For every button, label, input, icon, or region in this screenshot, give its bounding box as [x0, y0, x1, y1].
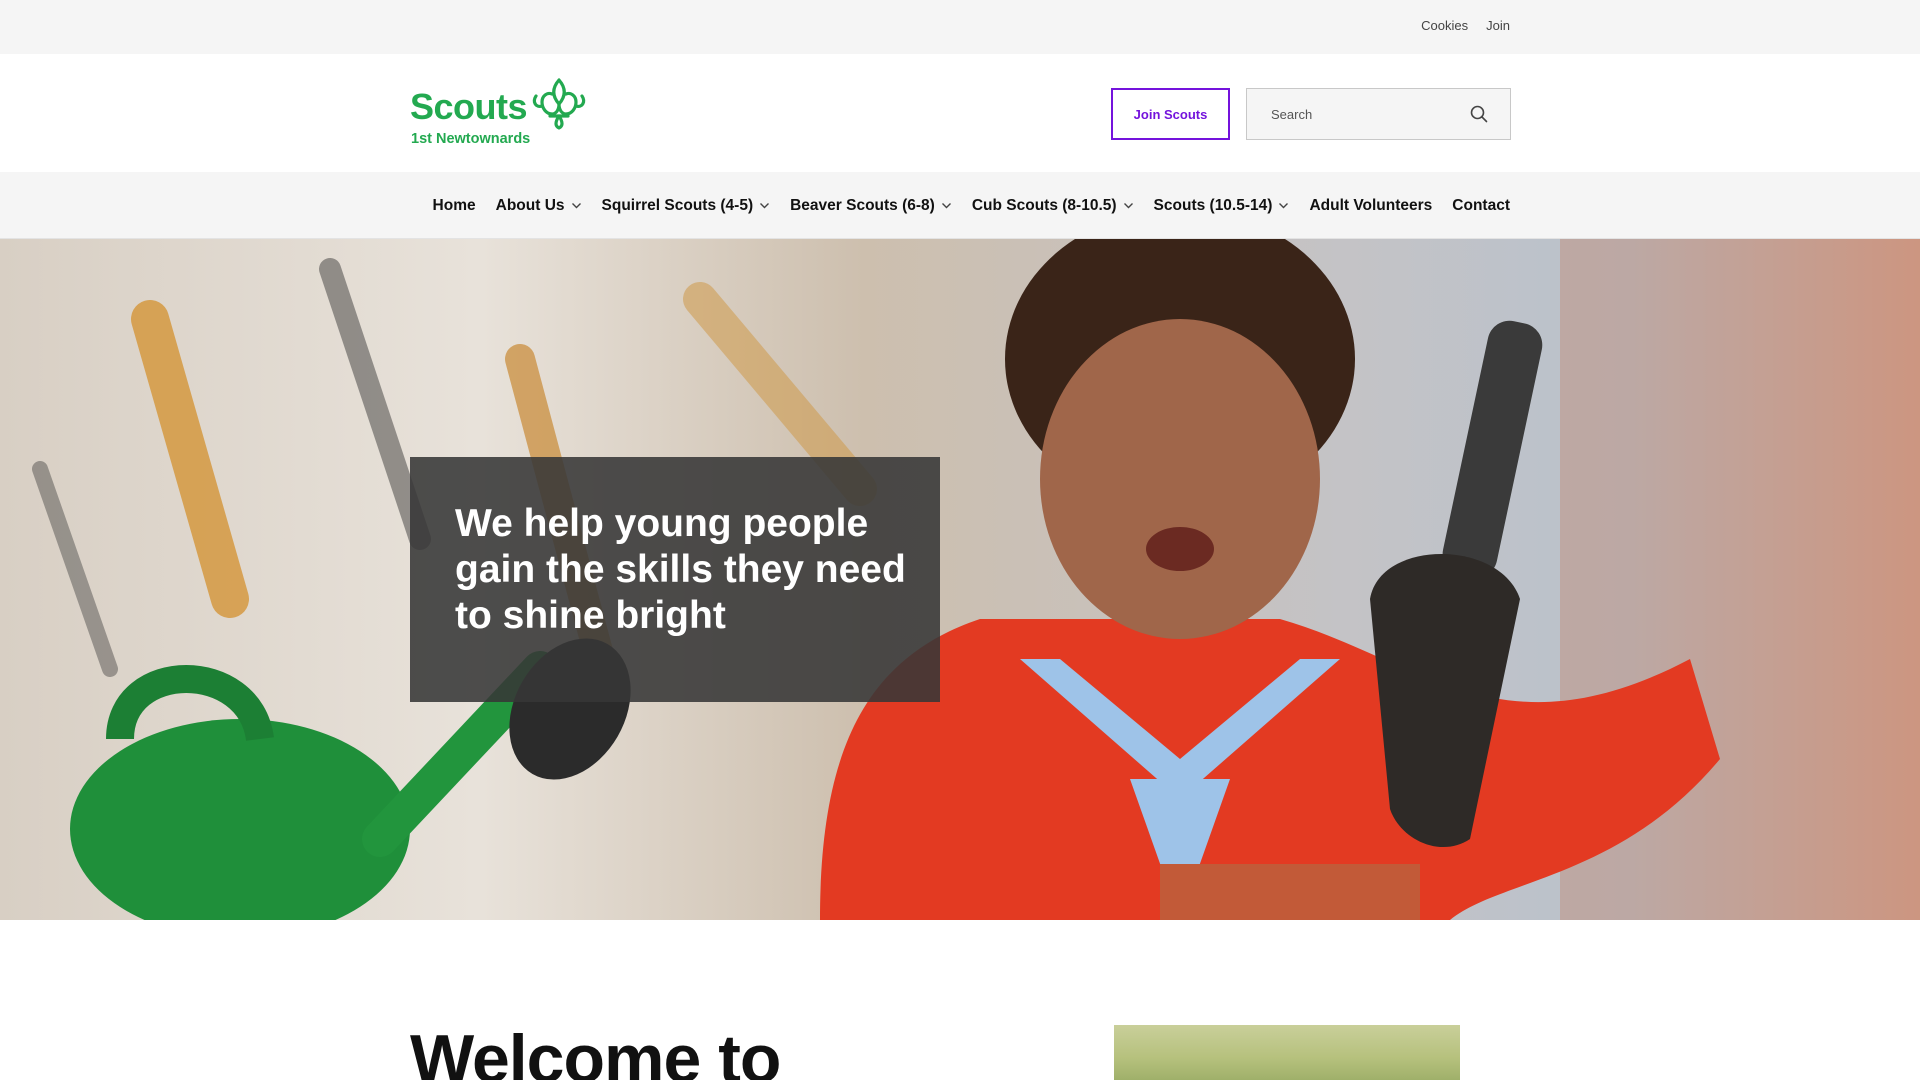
utility-links: Cookies Join	[1421, 18, 1510, 33]
search-icon[interactable]	[1470, 105, 1488, 123]
nav-item-label: About Us	[495, 196, 565, 214]
chevron-down-icon	[1279, 203, 1289, 209]
chevron-down-icon	[571, 203, 581, 209]
nav-item-about-us[interactable]: About Us	[496, 197, 582, 215]
cookies-link[interactable]: Cookies	[1421, 18, 1468, 33]
logo-wordmark: Scouts	[410, 86, 528, 127]
group-name: 1st Newtownards	[411, 131, 531, 147]
chevron-down-icon	[760, 203, 770, 209]
nav-item-beaver-scouts[interactable]: Beaver Scouts (6-8)	[790, 197, 952, 215]
nav-item-adult-volunteers[interactable]: Adult Volunteers	[1309, 197, 1432, 215]
join-link[interactable]: Join	[1486, 18, 1510, 33]
hero-photo	[32, 239, 1920, 920]
nav-item-label: Squirrel Scouts (4-5)	[601, 196, 754, 214]
search-input[interactable]	[1247, 89, 1467, 139]
hero-message-box: We help young people gain the skills the…	[410, 457, 940, 702]
hero-banner: We help young people gain the skills the…	[0, 239, 1920, 920]
nav-item-home[interactable]: Home	[433, 197, 476, 215]
nav-item-label: Adult Volunteers	[1309, 196, 1433, 214]
scouts-logo[interactable]: Scouts 1st Newtownards	[410, 78, 590, 148]
site-header: Scouts 1st Newtownards Join Scouts	[0, 54, 1920, 172]
nav-item-label: Scouts (10.5-14)	[1153, 196, 1273, 214]
nav-item-label: Cub Scouts (8-10.5)	[971, 196, 1117, 214]
nav-item-cub-scouts[interactable]: Cub Scouts (8-10.5)	[972, 197, 1134, 215]
nav-menu: Home About Us Squirrel Scouts (4-5) Beav…	[433, 172, 1510, 239]
nav-item-label: Contact	[1452, 196, 1510, 214]
main-navigation: Home About Us Squirrel Scouts (4-5) Beav…	[0, 172, 1920, 239]
nav-item-label: Home	[432, 196, 476, 214]
welcome-heading: Welcome to	[410, 1021, 781, 1080]
fleur-de-lis-icon	[532, 78, 586, 130]
join-scouts-button[interactable]: Join Scouts	[1111, 88, 1230, 140]
chevron-down-icon	[941, 203, 951, 209]
chevron-down-icon	[1123, 203, 1133, 209]
nav-item-squirrel-scouts[interactable]: Squirrel Scouts (4-5)	[602, 197, 771, 215]
hero-headline: We help young people gain the skills the…	[455, 502, 906, 637]
search-box	[1246, 88, 1511, 140]
top-utility-bar: Cookies Join	[0, 0, 1920, 54]
nav-item-contact[interactable]: Contact	[1452, 197, 1510, 215]
nav-item-scouts[interactable]: Scouts (10.5-14)	[1154, 197, 1290, 215]
nav-item-label: Beaver Scouts (6-8)	[790, 196, 935, 214]
welcome-photo	[1114, 1025, 1460, 1080]
